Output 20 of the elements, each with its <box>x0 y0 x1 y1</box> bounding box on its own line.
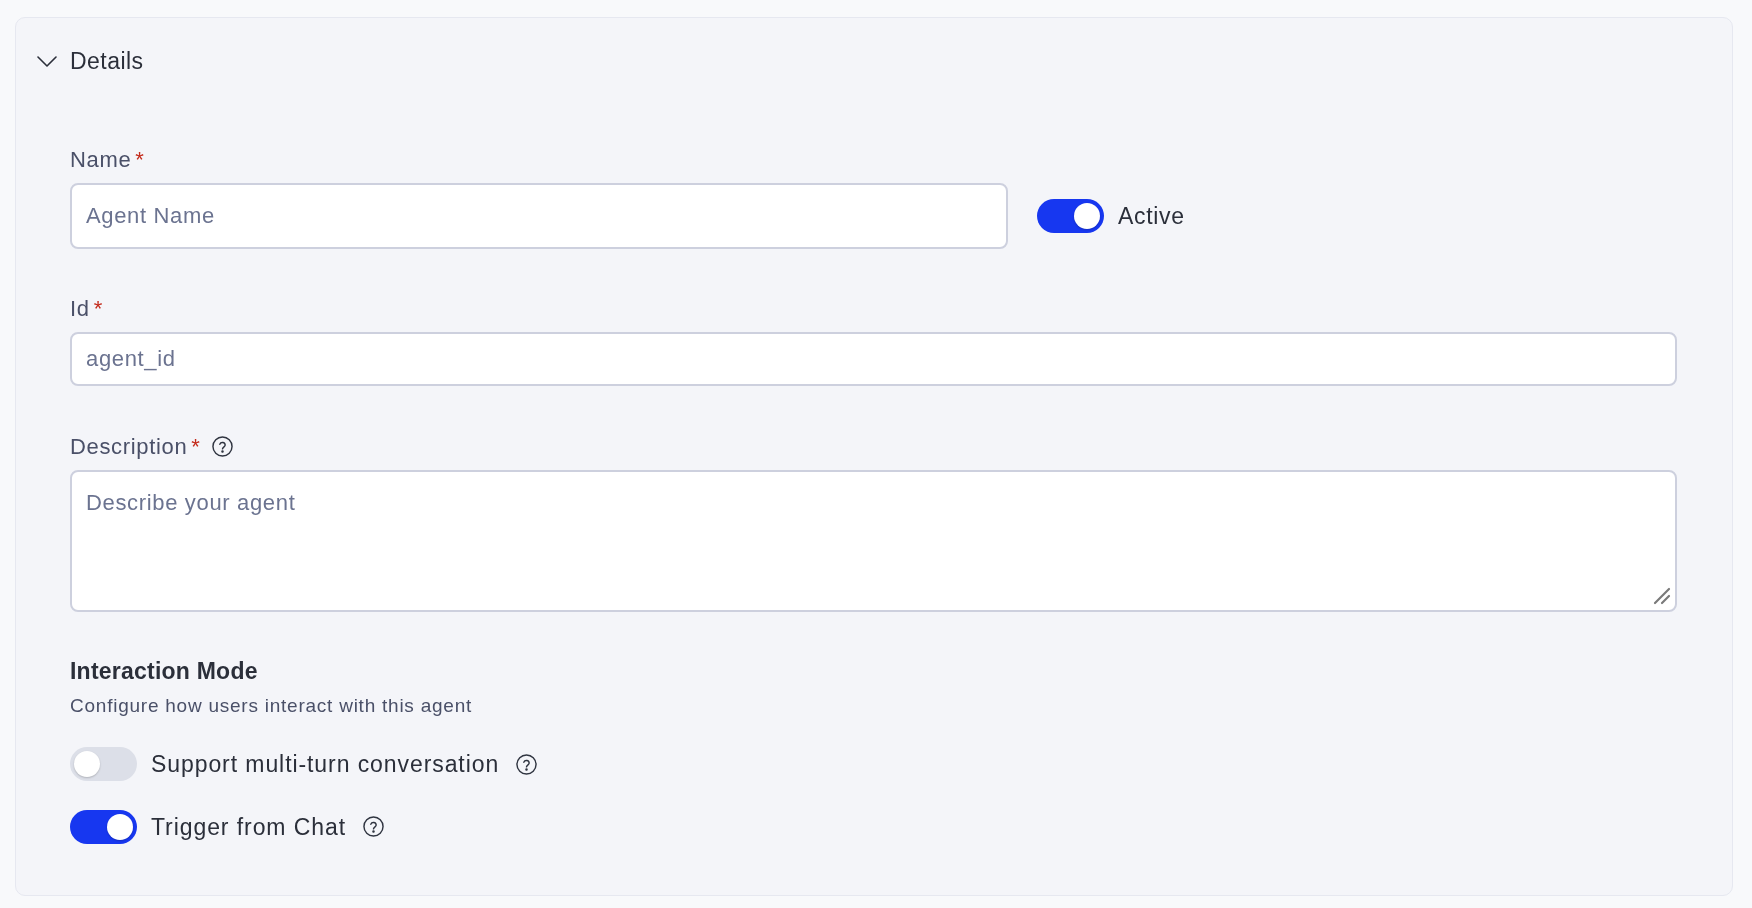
required-mark: * <box>135 145 144 174</box>
option-label: Support multi-turn conversation <box>151 750 500 779</box>
required-mark: * <box>93 294 103 323</box>
field-label: Name <box>70 145 132 174</box>
field-label: Description <box>70 432 188 461</box>
chevron-down-icon <box>37 55 57 67</box>
toggle-label: Active <box>1118 201 1185 231</box>
resize-handle-icon <box>1653 587 1671 605</box>
required-mark: * <box>191 432 200 461</box>
section-description: Configure how users interact with this agent <box>70 695 473 717</box>
option-label: Trigger from Chat <box>151 812 346 842</box>
toggle-switch[interactable] <box>70 809 137 844</box>
name-field[interactable]: Agent Name <box>70 183 1008 249</box>
toggle-switch[interactable] <box>1037 199 1104 233</box>
section-heading: Interaction Mode <box>70 657 258 685</box>
id-field[interactable]: agent_id <box>70 332 1677 386</box>
description-field[interactable]: Describe your agent <box>70 470 1677 612</box>
section-header[interactable]: Details <box>37 46 144 76</box>
toggle-switch[interactable] <box>70 747 137 782</box>
field-label: Id <box>70 294 90 323</box>
